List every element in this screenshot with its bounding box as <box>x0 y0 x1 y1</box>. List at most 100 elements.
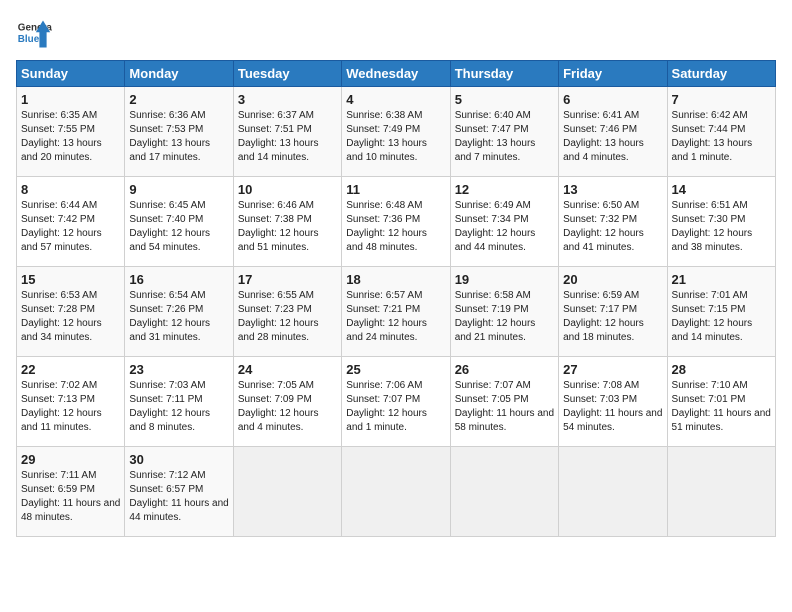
calendar-day-cell: 22Sunrise: 7:02 AM Sunset: 7:13 PM Dayli… <box>17 357 125 447</box>
day-number: 26 <box>455 362 554 377</box>
svg-text:Blue: Blue <box>18 34 40 45</box>
day-info: Sunrise: 7:10 AM Sunset: 7:01 PM Dayligh… <box>672 379 771 435</box>
weekday-header-row: SundayMondayTuesdayWednesdayThursdayFrid… <box>17 61 776 87</box>
calendar-day-cell: 15 Sunrise: 6:53 AM Sunset: 7:28 PM Dayli… <box>17 267 125 357</box>
day-info: Sunrise: 7:02 AM Sunset: 7:13 PM Dayligh… <box>21 379 120 435</box>
day-number: 15 <box>21 272 120 287</box>
calendar-day-cell: 9 Sunrise: 6:45 AM Sunset: 7:40 PM Daylig… <box>125 177 233 267</box>
day-number: 5 <box>455 92 554 107</box>
calendar-day-cell: 2 Sunrise: 6:36 AM Sunset: 7:53 PM Daylig… <box>125 87 233 177</box>
day-info: Sunrise: 6:42 AM Sunset: 7:44 PM Dayligh… <box>672 109 771 165</box>
calendar-day-cell: 20 Sunrise: 6:59 AM Sunset: 7:17 PM Dayli… <box>559 267 667 357</box>
day-info: Sunrise: 7:05 AM Sunset: 7:09 PM Dayligh… <box>238 379 337 435</box>
day-number: 7 <box>672 92 771 107</box>
day-info: Sunrise: 7:11 AM Sunset: 6:59 PM Dayligh… <box>21 469 120 525</box>
day-number: 1 <box>21 92 120 107</box>
day-info: Sunrise: 7:08 AM Sunset: 7:03 PM Dayligh… <box>563 379 662 435</box>
day-info: Sunrise: 7:06 AM Sunset: 7:07 PM Dayligh… <box>346 379 445 435</box>
logo-icon: General Blue <box>16 16 52 52</box>
calendar-week-row: 22Sunrise: 7:02 AM Sunset: 7:13 PM Dayli… <box>17 357 776 447</box>
day-number: 30 <box>129 452 228 467</box>
day-number: 12 <box>455 182 554 197</box>
day-number: 21 <box>672 272 771 287</box>
day-info: Sunrise: 7:07 AM Sunset: 7:05 PM Dayligh… <box>455 379 554 435</box>
calendar-day-cell: 8Sunrise: 6:44 AM Sunset: 7:42 PM Daylig… <box>17 177 125 267</box>
calendar-day-cell: 21Sunrise: 7:01 AM Sunset: 7:15 PM Dayli… <box>667 267 775 357</box>
calendar-day-cell: 28 Sunrise: 7:10 AM Sunset: 7:01 PM Dayli… <box>667 357 775 447</box>
calendar-day-cell: 12 Sunrise: 6:49 AM Sunset: 7:34 PM Dayli… <box>450 177 558 267</box>
calendar-week-row: 15 Sunrise: 6:53 AM Sunset: 7:28 PM Dayli… <box>17 267 776 357</box>
calendar-week-row: 8Sunrise: 6:44 AM Sunset: 7:42 PM Daylig… <box>17 177 776 267</box>
day-number: 14 <box>672 182 771 197</box>
calendar-day-cell <box>342 447 450 537</box>
weekday-header-wednesday: Wednesday <box>342 61 450 87</box>
day-number: 8 <box>21 182 120 197</box>
day-info: Sunrise: 6:57 AM Sunset: 7:21 PM Dayligh… <box>346 289 445 345</box>
calendar-day-cell: 5 Sunrise: 6:40 AM Sunset: 7:47 PM Daylig… <box>450 87 558 177</box>
day-info: Sunrise: 6:36 AM Sunset: 7:53 PM Dayligh… <box>129 109 228 165</box>
day-info: Sunrise: 7:12 AM Sunset: 6:57 PM Dayligh… <box>129 469 228 525</box>
calendar-day-cell: 3Sunrise: 6:37 AM Sunset: 7:51 PM Daylig… <box>233 87 341 177</box>
day-number: 18 <box>346 272 445 287</box>
day-info: Sunrise: 6:38 AM Sunset: 7:49 PM Dayligh… <box>346 109 445 165</box>
day-number: 3 <box>238 92 337 107</box>
calendar-day-cell: 4 Sunrise: 6:38 AM Sunset: 7:49 PM Daylig… <box>342 87 450 177</box>
day-info: Sunrise: 6:58 AM Sunset: 7:19 PM Dayligh… <box>455 289 554 345</box>
day-number: 27 <box>563 362 662 377</box>
day-number: 16 <box>129 272 228 287</box>
day-number: 6 <box>563 92 662 107</box>
day-info: Sunrise: 6:55 AM Sunset: 7:23 PM Dayligh… <box>238 289 337 345</box>
calendar-day-cell <box>233 447 341 537</box>
calendar-day-cell: 25Sunrise: 7:06 AM Sunset: 7:07 PM Dayli… <box>342 357 450 447</box>
calendar-day-cell: 11Sunrise: 6:48 AM Sunset: 7:36 PM Dayli… <box>342 177 450 267</box>
day-info: Sunrise: 6:40 AM Sunset: 7:47 PM Dayligh… <box>455 109 554 165</box>
day-info: Sunrise: 6:49 AM Sunset: 7:34 PM Dayligh… <box>455 199 554 255</box>
weekday-header-thursday: Thursday <box>450 61 558 87</box>
day-info: Sunrise: 6:48 AM Sunset: 7:36 PM Dayligh… <box>346 199 445 255</box>
day-number: 9 <box>129 182 228 197</box>
calendar-header: SundayMondayTuesdayWednesdayThursdayFrid… <box>17 61 776 87</box>
weekday-header-monday: Monday <box>125 61 233 87</box>
day-number: 17 <box>238 272 337 287</box>
calendar-day-cell: 23 Sunrise: 7:03 AM Sunset: 7:11 PM Dayli… <box>125 357 233 447</box>
day-number: 28 <box>672 362 771 377</box>
calendar-day-cell: 13 Sunrise: 6:50 AM Sunset: 7:32 PM Dayli… <box>559 177 667 267</box>
day-info: Sunrise: 6:54 AM Sunset: 7:26 PM Dayligh… <box>129 289 228 345</box>
day-number: 20 <box>563 272 662 287</box>
day-info: Sunrise: 6:53 AM Sunset: 7:28 PM Dayligh… <box>21 289 120 345</box>
calendar-day-cell: 7 Sunrise: 6:42 AM Sunset: 7:44 PM Daylig… <box>667 87 775 177</box>
day-number: 23 <box>129 362 228 377</box>
calendar-day-cell <box>450 447 558 537</box>
calendar-day-cell <box>667 447 775 537</box>
calendar-day-cell: 19Sunrise: 6:58 AM Sunset: 7:19 PM Dayli… <box>450 267 558 357</box>
page-header: General Blue <box>16 16 776 52</box>
day-info: Sunrise: 6:41 AM Sunset: 7:46 PM Dayligh… <box>563 109 662 165</box>
day-number: 4 <box>346 92 445 107</box>
day-info: Sunrise: 6:46 AM Sunset: 7:38 PM Dayligh… <box>238 199 337 255</box>
weekday-header-saturday: Saturday <box>667 61 775 87</box>
weekday-header-tuesday: Tuesday <box>233 61 341 87</box>
day-info: Sunrise: 6:45 AM Sunset: 7:40 PM Dayligh… <box>129 199 228 255</box>
calendar-body: 1 Sunrise: 6:35 AM Sunset: 7:55 PM Daylig… <box>17 87 776 537</box>
day-info: Sunrise: 6:35 AM Sunset: 7:55 PM Dayligh… <box>21 109 120 165</box>
day-number: 24 <box>238 362 337 377</box>
day-number: 13 <box>563 182 662 197</box>
calendar-week-row: 1 Sunrise: 6:35 AM Sunset: 7:55 PM Daylig… <box>17 87 776 177</box>
calendar-table: SundayMondayTuesdayWednesdayThursdayFrid… <box>16 60 776 537</box>
day-number: 2 <box>129 92 228 107</box>
calendar-day-cell: 30 Sunrise: 7:12 AM Sunset: 6:57 PM Dayli… <box>125 447 233 537</box>
calendar-day-cell <box>559 447 667 537</box>
calendar-day-cell: 27 Sunrise: 7:08 AM Sunset: 7:03 PM Dayli… <box>559 357 667 447</box>
weekday-header-friday: Friday <box>559 61 667 87</box>
day-info: Sunrise: 7:03 AM Sunset: 7:11 PM Dayligh… <box>129 379 228 435</box>
calendar-day-cell: 18 Sunrise: 6:57 AM Sunset: 7:21 PM Dayli… <box>342 267 450 357</box>
calendar-day-cell: 26 Sunrise: 7:07 AM Sunset: 7:05 PM Dayli… <box>450 357 558 447</box>
weekday-header-sunday: Sunday <box>17 61 125 87</box>
day-info: Sunrise: 6:50 AM Sunset: 7:32 PM Dayligh… <box>563 199 662 255</box>
calendar-day-cell: 17 Sunrise: 6:55 AM Sunset: 7:23 PM Dayli… <box>233 267 341 357</box>
calendar-day-cell: 29Sunrise: 7:11 AM Sunset: 6:59 PM Dayli… <box>17 447 125 537</box>
day-info: Sunrise: 6:59 AM Sunset: 7:17 PM Dayligh… <box>563 289 662 345</box>
calendar-day-cell: 6 Sunrise: 6:41 AM Sunset: 7:46 PM Daylig… <box>559 87 667 177</box>
calendar-day-cell: 16 Sunrise: 6:54 AM Sunset: 7:26 PM Dayli… <box>125 267 233 357</box>
calendar-day-cell: 24 Sunrise: 7:05 AM Sunset: 7:09 PM Dayli… <box>233 357 341 447</box>
